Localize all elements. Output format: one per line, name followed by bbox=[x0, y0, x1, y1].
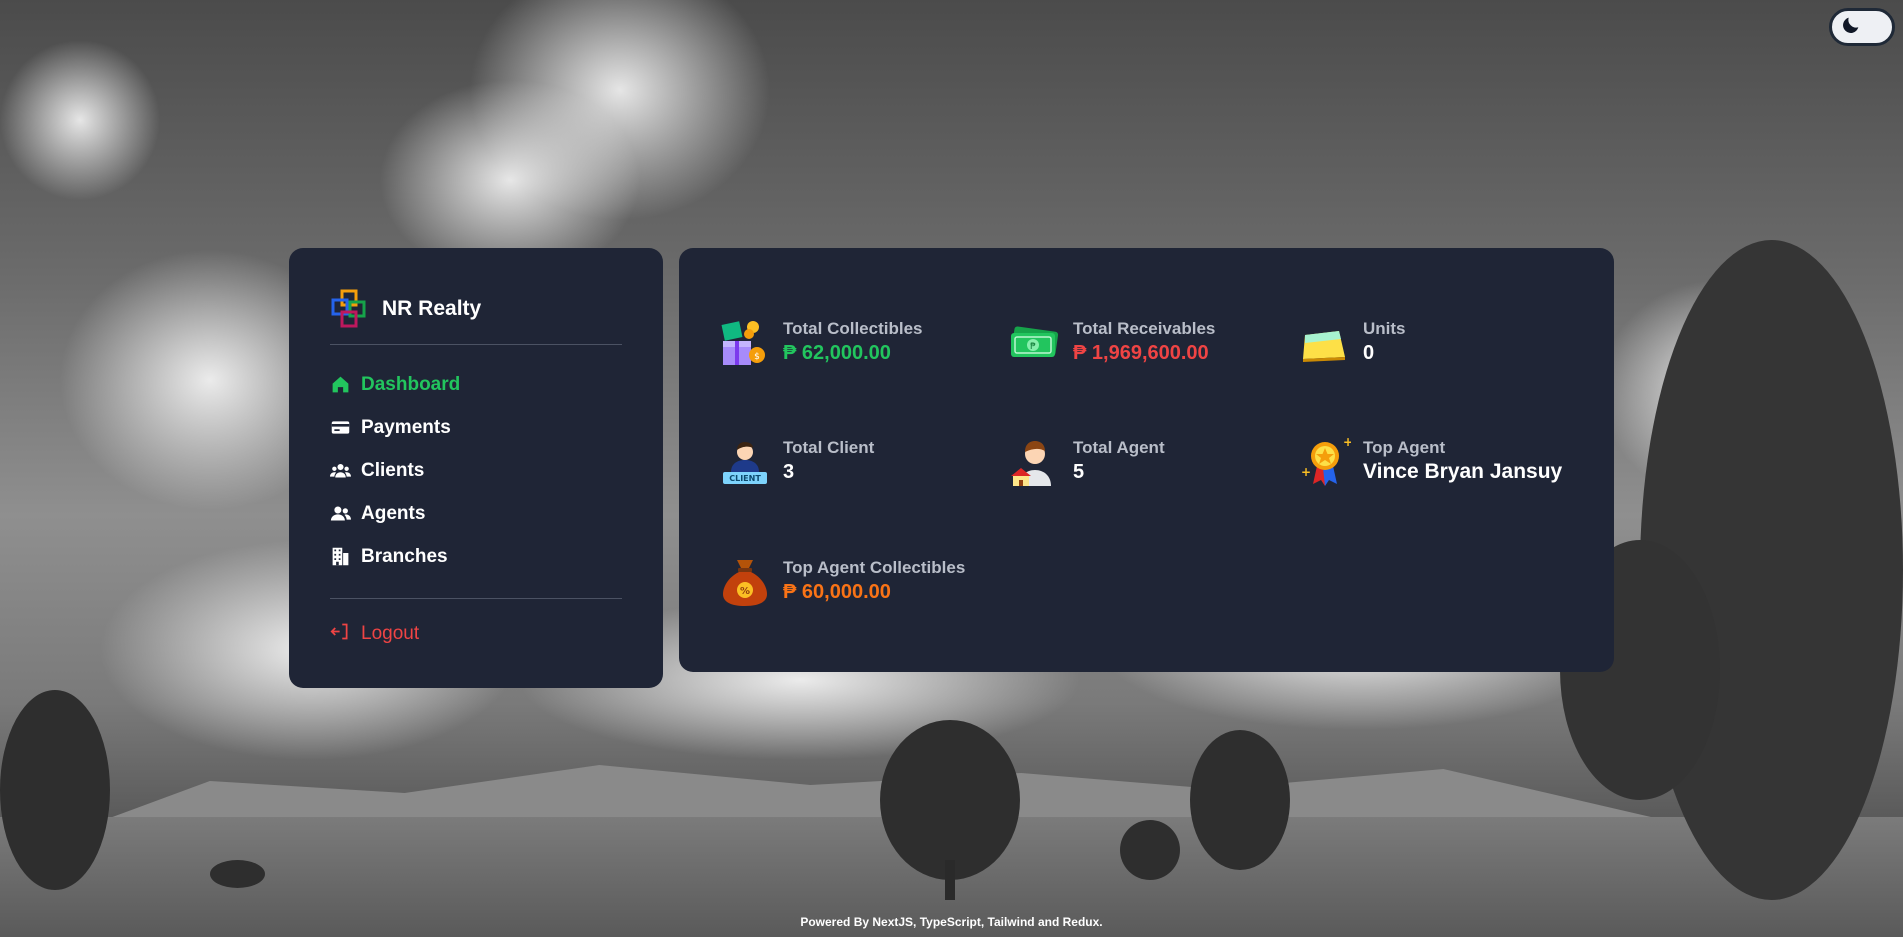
stat-label: Total Collectibles bbox=[783, 319, 923, 338]
sidebar-item-dashboard[interactable]: Dashboard bbox=[330, 363, 622, 406]
logout-button[interactable]: Logout bbox=[330, 619, 622, 649]
stat-value: 5 bbox=[1073, 461, 1085, 483]
sidebar-item-label: Branches bbox=[361, 545, 448, 567]
sidebar-item-label: Clients bbox=[361, 459, 425, 481]
sidebar: NR Realty Dashboard Payments Clients Age… bbox=[289, 248, 663, 688]
brand: NR Realty bbox=[330, 288, 622, 330]
sidebar-item-label: Dashboard bbox=[361, 373, 461, 395]
svg-text:₱: ₱ bbox=[1030, 342, 1036, 352]
sidebar-item-payments[interactable]: Payments bbox=[330, 406, 622, 449]
stat-units: Units 0 bbox=[1299, 317, 1406, 369]
theme-toggle[interactable] bbox=[1829, 8, 1895, 46]
stat-label: Total Client bbox=[783, 438, 875, 457]
sidebar-item-branches[interactable]: Branches bbox=[330, 535, 622, 578]
brand-name: NR Realty bbox=[382, 297, 482, 320]
stat-total-receivables: ₱ Total Receivables ₱ 1,969,600.00 bbox=[1009, 317, 1215, 369]
sidebar-item-label: Payments bbox=[361, 416, 451, 438]
money-bag-icon: % bbox=[719, 556, 771, 608]
sidebar-item-label: Agents bbox=[361, 502, 426, 524]
stat-value: 0 bbox=[1363, 342, 1375, 364]
footer-text: Powered By NextJS, TypeScript, Tailwind … bbox=[800, 915, 1103, 929]
logout-label: Logout bbox=[361, 623, 420, 644]
stat-label: Total Agent bbox=[1073, 438, 1165, 457]
stat-top-agent-collectibles: % Top Agent Collectibles ₱ 60,000.00 bbox=[719, 556, 965, 608]
stat-total-agent: Total Agent 5 bbox=[1009, 436, 1165, 488]
users-icon bbox=[330, 460, 351, 481]
user-group-icon bbox=[330, 503, 351, 524]
stat-value: ₱ 1,969,600.00 bbox=[1073, 342, 1209, 364]
medal-icon: + + bbox=[1299, 435, 1353, 488]
svg-text:$: $ bbox=[754, 352, 760, 362]
client-icon: CLIENT bbox=[719, 436, 771, 488]
money-gift-icon: $ bbox=[719, 317, 771, 369]
land-unit-icon bbox=[1299, 317, 1351, 369]
stat-value: ₱ 60,000.00 bbox=[783, 581, 891, 603]
building-icon bbox=[330, 546, 351, 567]
dashboard-stats-panel: $ Total Collectibles ₱ 62,000.00 ₱ Total… bbox=[679, 248, 1614, 672]
svg-text:+: + bbox=[1343, 436, 1351, 449]
divider bbox=[330, 344, 622, 345]
svg-text:%: % bbox=[740, 586, 750, 597]
svg-text:+: + bbox=[1301, 465, 1311, 479]
stat-value: ₱ 62,000.00 bbox=[783, 342, 891, 364]
home-icon bbox=[330, 374, 351, 395]
stat-total-client: CLIENT Total Client 3 bbox=[719, 436, 874, 488]
stat-value: Vince Bryan Jansuy bbox=[1363, 460, 1563, 483]
stat-label: Top Agent bbox=[1363, 438, 1446, 457]
stat-top-agent: + + Top Agent Vince Bryan Jansuy bbox=[1299, 435, 1563, 488]
svg-text:CLIENT: CLIENT bbox=[729, 474, 761, 483]
stat-label: Total Receivables bbox=[1073, 319, 1216, 338]
stat-label: Units bbox=[1363, 319, 1406, 338]
credit-card-icon bbox=[330, 417, 351, 438]
stat-label: Top Agent Collectibles bbox=[783, 558, 966, 577]
moon-icon bbox=[1840, 14, 1862, 40]
stat-value: 3 bbox=[783, 461, 795, 483]
cash-icon: ₱ bbox=[1009, 317, 1061, 369]
sidebar-item-clients[interactable]: Clients bbox=[330, 449, 622, 492]
logout-icon bbox=[330, 621, 351, 648]
stat-total-collectibles: $ Total Collectibles ₱ 62,000.00 bbox=[719, 317, 923, 369]
divider bbox=[330, 598, 622, 599]
agent-icon bbox=[1009, 436, 1061, 488]
logo-icon bbox=[330, 288, 372, 330]
sidebar-item-agents[interactable]: Agents bbox=[330, 492, 622, 535]
